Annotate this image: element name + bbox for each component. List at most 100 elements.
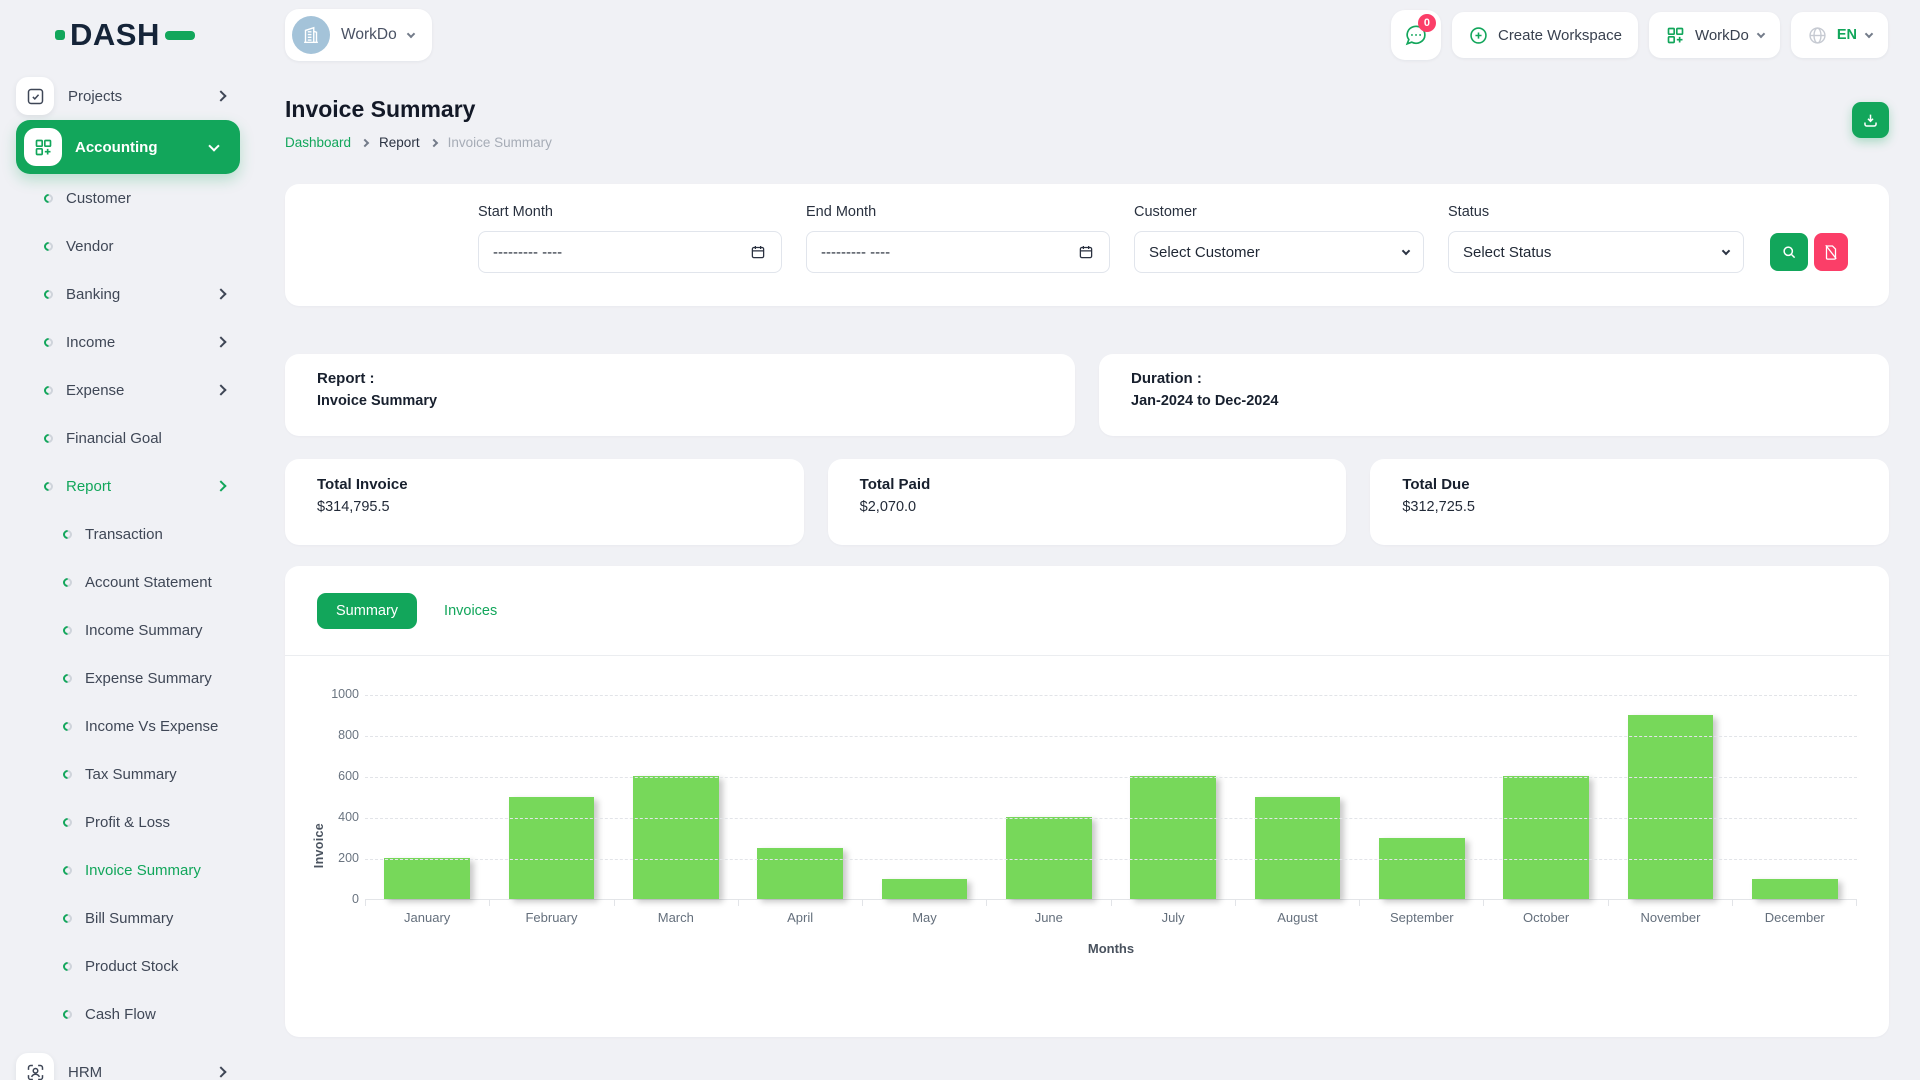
globe-icon [1807, 25, 1828, 46]
breadcrumb-item-dashboard[interactable]: Dashboard [285, 135, 351, 150]
x-axis-label-may: May [862, 910, 986, 925]
sidebar-item-tax-summary[interactable]: Tax Summary [16, 750, 285, 798]
stat-card-total-invoice: Total Invoice$314,795.5 [285, 459, 804, 545]
sidebar-item-label: Cash Flow [85, 1006, 156, 1023]
search-button[interactable] [1770, 233, 1808, 271]
stat-label: Total Due [1402, 476, 1857, 493]
bullet-icon [61, 768, 74, 781]
chart-bar-march[interactable] [633, 776, 719, 899]
chart-bar-august[interactable] [1255, 797, 1341, 900]
create-workspace-button[interactable]: Create Workspace [1452, 12, 1638, 58]
x-axis-tick [1733, 899, 1857, 906]
x-axis-tick [987, 899, 1111, 906]
chevron-right-icon [215, 384, 226, 395]
breadcrumb-separator-icon [361, 138, 369, 146]
sidebar-item-income-vs-expense[interactable]: Income Vs Expense [16, 702, 285, 750]
chart-plot: 02004006008001000 [365, 695, 1857, 900]
sidebar-item-profit-loss[interactable]: Profit & Loss [16, 798, 285, 846]
sidebar-item-label: Income Summary [85, 622, 203, 639]
sidebar-item-projects[interactable]: Projects [16, 72, 285, 120]
stat-label: Total Paid [860, 476, 1315, 493]
sidebar-item-income[interactable]: Income [16, 318, 285, 366]
status-group: Status Select Status [1448, 204, 1744, 273]
x-axis-label-february: February [489, 910, 613, 925]
sidebar-item-income-summary[interactable]: Income Summary [16, 606, 285, 654]
sidebar-item-report[interactable]: Report [16, 462, 285, 510]
sidebar-item-label: Account Statement [85, 574, 212, 591]
sidebar-item-bill-summary[interactable]: Bill Summary [16, 894, 285, 942]
calendar-icon [749, 243, 767, 261]
language-code: EN [1837, 27, 1857, 43]
workdo-menu-label: WorkDo [1695, 27, 1749, 44]
language-selector[interactable]: EN [1791, 12, 1888, 58]
x-axis-label-august: August [1235, 910, 1359, 925]
y-tick-label: 800 [338, 728, 359, 742]
customer-select[interactable]: Select Customer [1134, 231, 1424, 273]
page-header: Invoice Summary DashboardReportInvoice S… [285, 96, 1889, 150]
app-logo[interactable]: DASH [0, 17, 285, 53]
sidebar-item-label: Product Stock [85, 958, 178, 975]
chart-bar-october[interactable] [1503, 776, 1589, 899]
sidebar-item-expense[interactable]: Expense [16, 366, 285, 414]
breadcrumb-item-report[interactable]: Report [379, 135, 420, 150]
sidebar-item-label: Income [66, 334, 115, 351]
workspace-name: WorkDo [341, 26, 397, 44]
chart-bar-slot [862, 695, 986, 899]
chart-bar-april[interactable] [757, 848, 843, 899]
sidebar-item-label: Expense [66, 382, 124, 399]
create-workspace-label: Create Workspace [1498, 27, 1622, 44]
x-axis-label-november: November [1608, 910, 1732, 925]
chart-bar-july[interactable] [1130, 776, 1216, 899]
gridline-800 [365, 736, 1857, 737]
sidebar-item-label: Invoice Summary [85, 862, 201, 879]
sidebar-item-vendor[interactable]: Vendor [16, 222, 285, 270]
chart-bar-june[interactable] [1006, 817, 1092, 899]
sidebar-item-label: Report [66, 478, 111, 495]
x-axis-title: Months [365, 941, 1857, 956]
sidebar-item-expense-summary[interactable]: Expense Summary [16, 654, 285, 702]
chart-bar-february[interactable] [509, 797, 595, 900]
sidebar-item-accounting[interactable]: Accounting [16, 120, 240, 174]
start-month-label: Start Month [478, 204, 782, 220]
plus-circle-icon [1468, 25, 1489, 46]
breadcrumb-separator-icon [429, 138, 437, 146]
tab-invoices[interactable]: Invoices [444, 593, 497, 629]
chart-bar-january[interactable] [384, 858, 470, 899]
sidebar-item-product-stock[interactable]: Product Stock [16, 942, 285, 990]
customer-label: Customer [1134, 204, 1424, 220]
sidebar-item-financial-goal[interactable]: Financial Goal [16, 414, 285, 462]
messages-button[interactable]: 0 [1391, 10, 1441, 60]
sidebar-item-customer[interactable]: Customer [16, 174, 285, 222]
chart-bars [365, 695, 1857, 899]
chevron-down-icon [1402, 246, 1410, 254]
end-month-placeholder: --------- ---- [821, 244, 890, 261]
chart-bar-slot [1111, 695, 1235, 899]
download-button[interactable] [1852, 102, 1889, 138]
workspace-switcher[interactable]: WorkDo [285, 9, 432, 61]
gridline-600 [365, 777, 1857, 778]
logo-dot-icon [55, 30, 65, 40]
sidebar-item-invoice-summary[interactable]: Invoice Summary [16, 846, 285, 894]
report-card-value: Invoice Summary [317, 393, 1043, 409]
chart-bar-december[interactable] [1752, 879, 1838, 900]
chart-bar-may[interactable] [882, 879, 968, 900]
tab-summary[interactable]: Summary [317, 593, 417, 629]
sidebar-item-transaction[interactable]: Transaction [16, 510, 285, 558]
sidebar-item-hrm[interactable]: HRM [16, 1046, 285, 1080]
sidebar-item-cash-flow[interactable]: Cash Flow [16, 990, 285, 1038]
x-axis-tick [615, 899, 739, 906]
status-select[interactable]: Select Status [1448, 231, 1744, 273]
logo-dash-icon [165, 31, 195, 40]
chart-bar-november[interactable] [1628, 715, 1714, 900]
start-month-input[interactable]: --------- ---- [478, 231, 782, 273]
end-month-input[interactable]: --------- ---- [806, 231, 1110, 273]
x-axis-tick [1484, 899, 1608, 906]
chart-bar-slot [489, 695, 613, 899]
sidebar-item-account-statement[interactable]: Account Statement [16, 558, 285, 606]
reset-filter-button[interactable] [1814, 233, 1848, 271]
sidebar-item-banking[interactable]: Banking [16, 270, 285, 318]
duration-card-title: Duration : [1131, 370, 1857, 387]
workdo-menu-button[interactable]: WorkDo [1649, 12, 1780, 58]
x-axis-label-june: June [987, 910, 1111, 925]
chart-bar-september[interactable] [1379, 838, 1465, 900]
